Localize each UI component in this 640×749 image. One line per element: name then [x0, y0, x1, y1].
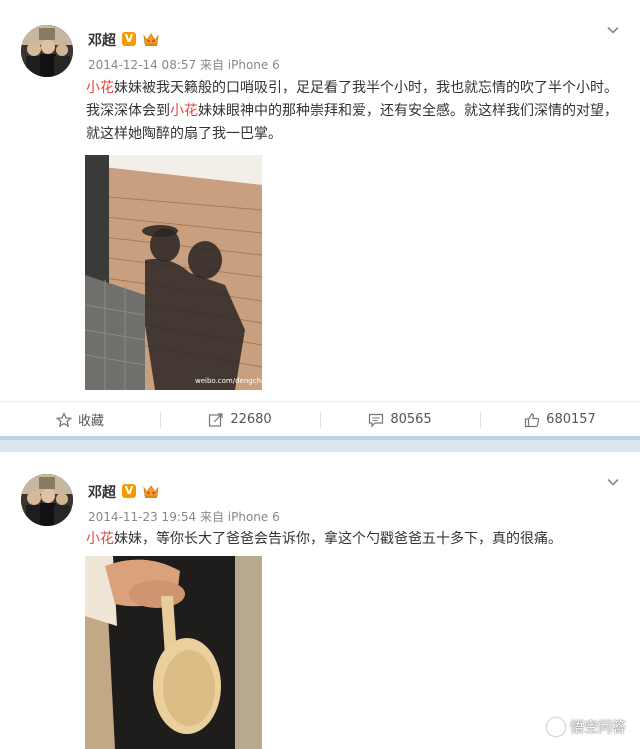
more-chevron-icon[interactable] [606, 474, 620, 488]
comment-button[interactable]: 80565 [320, 402, 480, 437]
like-button[interactable]: 680157 [480, 402, 640, 437]
verified-badge: V [122, 484, 136, 498]
crown-icon [142, 31, 160, 47]
repost-count: 22680 [230, 412, 272, 427]
repost-icon [209, 412, 223, 427]
weibo-post-1: 邓超 V 2014-12-14 08:57 来自 iPhone 6 小花妹妹被我… [0, 0, 640, 440]
comment-count: 80565 [390, 412, 432, 427]
username[interactable]: 邓超 [88, 30, 116, 50]
verified-badge: V [122, 32, 136, 46]
like-count: 680157 [546, 412, 596, 427]
action-bar: 收藏 22680 80565 680157 [0, 401, 640, 440]
post-source: 来自 iPhone 6 [199, 510, 280, 524]
timestamp[interactable]: 2014-11-23 19:54 [88, 510, 196, 524]
avatar[interactable] [21, 25, 73, 77]
photo-watermark: weibo.com/dengchao [195, 377, 262, 385]
favorite-button[interactable]: 收藏 [0, 402, 160, 437]
post-text-segment: 妹妹，等你长大了爸爸会告诉你，拿这个勺戳爸爸五十多下，真的很痛。 [114, 531, 562, 547]
avatar[interactable] [21, 474, 73, 526]
favorite-label: 收藏 [77, 414, 104, 429]
post-text: 小花妹妹被我天籁般的口哨吸引，足足看了我半个小时，我也就忘情的吹了半个小时。我深… [86, 77, 626, 146]
post-photo-spoon[interactable] [85, 556, 262, 749]
repost-button[interactable]: 22680 [160, 402, 320, 437]
crown-icon [142, 483, 160, 499]
post-photo-shadow[interactable]: weibo.com/dengchao [85, 155, 262, 390]
mention-link[interactable]: 小花 [86, 531, 114, 547]
mention-link[interactable]: 小花 [170, 103, 198, 119]
post-meta: 2014-11-23 19:54 来自 iPhone 6 [88, 508, 280, 525]
wukong-watermark: 悟空问答 [547, 717, 626, 737]
post-text: 小花妹妹，等你长大了爸爸会告诉你，拿这个勺戳爸爸五十多下，真的很痛。 [86, 528, 626, 551]
weibo-post-2: 邓超 V 2014-11-23 19:54 来自 iPhone 6 小花妹妹，等… [0, 452, 640, 749]
post-meta: 2014-12-14 08:57 来自 iPhone 6 [88, 56, 280, 73]
timestamp[interactable]: 2014-12-14 08:57 [88, 58, 196, 72]
wukong-logo-icon [547, 718, 565, 736]
watermark-text: 悟空问答 [570, 720, 626, 736]
post-source: 来自 iPhone 6 [199, 58, 280, 72]
thumbs-up-icon [525, 412, 540, 427]
mention-link[interactable]: 小花 [86, 80, 114, 96]
comment-icon [369, 413, 384, 427]
star-icon [55, 411, 72, 427]
more-chevron-icon[interactable] [606, 22, 620, 36]
username[interactable]: 邓超 [88, 482, 116, 502]
